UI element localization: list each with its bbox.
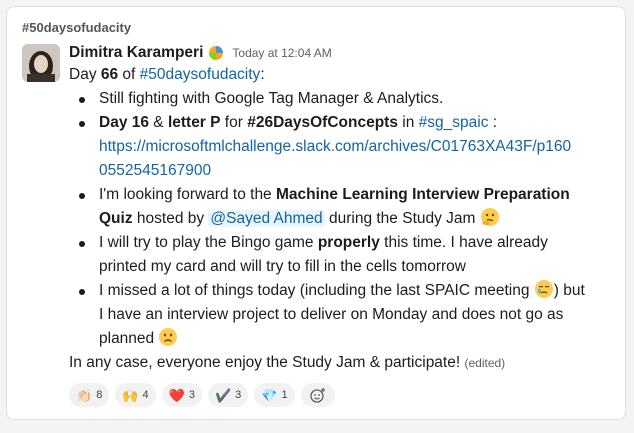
text: I will try to play the Bingo game — [99, 234, 318, 251]
message-card: #50daysofudacity Dimitra Karamperi Today… — [6, 6, 626, 420]
channel-link[interactable]: #sg_spaic — [419, 114, 489, 131]
reaction-clapping-hands[interactable]: 👏🏻 8 — [69, 383, 110, 407]
bold-text: Quiz — [99, 210, 133, 227]
bold-text: Day 16 — [99, 114, 149, 131]
user-mention[interactable]: @Sayed Ahmed — [208, 210, 325, 227]
reactions-bar: 👏🏻 8 🙌 4 ❤️ 3 ✔️ 3 💎 1 — [69, 383, 621, 407]
reaction-raising-hands[interactable]: 🙌 4 — [115, 383, 156, 407]
intro-of: of — [118, 66, 140, 83]
list-item: Day 16 & letter P for #26DaysOfConcepts … — [79, 111, 621, 183]
intro-suffix: : — [260, 66, 265, 83]
day-number: 66 — [100, 66, 119, 83]
timestamp[interactable]: Today at 12:04 AM — [232, 46, 331, 60]
text: printed my card and will try to fill in … — [99, 258, 466, 275]
check-mark-icon: ✔️ — [214, 387, 232, 403]
status-emoji-icon[interactable] — [208, 45, 224, 61]
closing-line: In any case, everyone enjoy the Study Ja… — [69, 351, 621, 375]
intro-line: Day 66 of #50daysofudacity: — [69, 63, 621, 87]
channel-name[interactable]: #50daysofudacity — [22, 20, 131, 35]
list-item: I'm looking forward to the Machine Learn… — [79, 183, 621, 231]
text: during the Study Jam — [324, 210, 480, 227]
red-heart-icon: ❤️ — [168, 387, 185, 403]
text: ) but — [553, 282, 585, 299]
bold-text: Machine Learning Interview Preparation — [276, 186, 570, 203]
closing-text: In any case, everyone enjoy the Study Ja… — [69, 354, 465, 371]
text: I missed a lot of things today (includin… — [99, 282, 534, 299]
bold-hashtag: #26DaysOfConcepts — [247, 114, 398, 131]
crying-face-icon[interactable] — [534, 279, 554, 299]
text: I have an interview project to deliver o… — [99, 306, 564, 323]
reaction-count: 3 — [235, 389, 242, 401]
raising-hands-icon: 🙌 — [122, 387, 139, 403]
url-link-continued[interactable]: 0552545167900 — [99, 159, 621, 183]
list-item: I missed a lot of things today (includin… — [79, 279, 621, 351]
add-reaction-icon — [309, 388, 325, 403]
message-header: Dimitra Karamperi Today at 12:04 AM — [69, 43, 621, 63]
message-body: Day 66 of #50daysofudacity: Still fighti… — [69, 63, 621, 375]
add-reaction-button[interactable] — [300, 383, 335, 407]
frowning-face-icon[interactable] — [158, 327, 178, 347]
gem-icon: 💎 — [261, 387, 278, 403]
list-item: I will try to play the Bingo game proper… — [79, 231, 621, 279]
text: for — [220, 114, 248, 131]
reaction-red-heart[interactable]: ❤️ 3 — [161, 383, 202, 407]
thinking-face-icon[interactable] — [480, 207, 500, 227]
reaction-check-mark[interactable]: ✔️ 3 — [207, 383, 249, 407]
list-item: Still fighting with Google Tag Manager &… — [79, 87, 621, 111]
hashtag-link[interactable]: #50daysofudacity — [140, 66, 261, 83]
text: & — [148, 114, 168, 131]
url-link[interactable]: https://microsoftmlchallenge.slack.com/a… — [99, 135, 621, 159]
reaction-gem[interactable]: 💎 1 — [254, 383, 295, 407]
clapping-hands-icon: 👏🏻 — [76, 387, 93, 403]
bullet-list: Still fighting with Google Tag Manager &… — [69, 87, 621, 351]
bullet-text: Still fighting with Google Tag Manager &… — [99, 90, 444, 107]
author-name[interactable]: Dimitra Karamperi — [69, 44, 203, 62]
edited-label: (edited) — [464, 356, 506, 370]
text: : — [488, 114, 498, 131]
reaction-count: 1 — [281, 389, 288, 401]
bold-text: properly — [317, 234, 380, 251]
bold-text: letter P — [167, 114, 221, 131]
text: hosted by — [132, 210, 209, 227]
message: Dimitra Karamperi Today at 12:04 AM Day … — [69, 43, 621, 407]
reaction-count: 4 — [142, 389, 149, 401]
intro-prefix: Day — [69, 66, 101, 83]
text: in — [397, 114, 419, 131]
text: I'm looking forward to the — [99, 186, 276, 203]
reaction-count: 8 — [96, 389, 103, 401]
text: this time. I have already — [379, 234, 548, 251]
avatar[interactable] — [22, 44, 60, 82]
avatar-photo-icon — [22, 44, 60, 82]
reaction-count: 3 — [188, 389, 195, 401]
text: planned — [99, 330, 159, 347]
